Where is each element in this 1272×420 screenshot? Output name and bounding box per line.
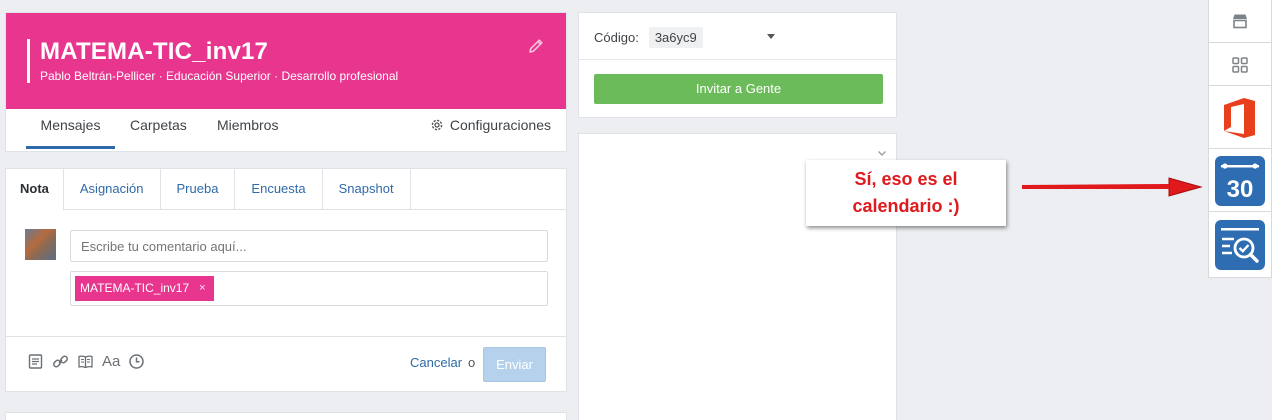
tab-mensajes[interactable]: Mensajes xyxy=(26,109,115,149)
rail-item-apps[interactable] xyxy=(1209,44,1271,86)
code-label: Código: xyxy=(594,30,639,45)
tab-encuesta[interactable]: Encuesta xyxy=(235,169,323,209)
settings-label: Configuraciones xyxy=(449,117,551,133)
annotation-callout: Sí, eso es el calendario :) xyxy=(806,160,1006,226)
pencil-icon[interactable] xyxy=(527,37,545,55)
library-book-icon[interactable] xyxy=(77,353,94,370)
tab-snapshot[interactable]: Snapshot xyxy=(323,169,411,209)
post-composer: Nota Asignación Prueba Encuesta Snapshot… xyxy=(5,168,567,392)
settings-link[interactable]: Configuraciones xyxy=(430,109,551,141)
store-icon xyxy=(1233,14,1247,29)
recipient-chip-label: MATEMA-TIC_inv17 xyxy=(80,281,190,295)
apps-grid-icon xyxy=(1232,56,1248,73)
or-separator: o xyxy=(468,355,476,370)
calendar-number: 30 xyxy=(1227,176,1254,203)
calendar-icon: 30 xyxy=(1215,155,1265,206)
recipient-chip: MATEMA-TIC_inv17 × xyxy=(75,276,214,301)
callout-line-1: Sí, eso es el xyxy=(854,169,958,189)
avatar xyxy=(25,229,56,260)
rail-item-quiz-search[interactable] xyxy=(1209,213,1271,277)
group-banner: MATEMA-TIC_inv17 Pablo Beltrán-Pellicer … xyxy=(6,13,566,109)
link-icon[interactable] xyxy=(52,353,69,370)
chevron-down-icon[interactable] xyxy=(877,148,887,158)
composer-tabs: Nota Asignación Prueba Encuesta Snapshot xyxy=(6,169,566,210)
group-code-card: Código: 3a6yc9 Invitar a Gente xyxy=(578,12,897,118)
toolbar-divider xyxy=(6,336,566,337)
group-code-row: Código: 3a6yc9 xyxy=(594,27,703,48)
group-title: MATEMA-TIC_inv17 xyxy=(40,38,269,65)
invite-people-button[interactable]: Invitar a Gente xyxy=(594,74,883,104)
gear-icon xyxy=(431,119,443,131)
font-format-icon[interactable]: Aa xyxy=(102,353,120,370)
cancel-link[interactable]: Cancelar xyxy=(410,355,462,370)
next-post-card xyxy=(5,412,567,420)
tab-miembros[interactable]: Miembros xyxy=(217,109,278,149)
code-divider xyxy=(579,59,896,60)
callout-line-2: calendario :) xyxy=(852,196,960,216)
composer-toolbar: Aa xyxy=(27,353,145,370)
document-icon[interactable] xyxy=(27,353,44,370)
clock-icon[interactable] xyxy=(128,353,145,370)
rail-item-store[interactable] xyxy=(1209,0,1271,43)
code-dropdown-caret-icon[interactable] xyxy=(767,34,775,39)
send-button[interactable]: Enviar xyxy=(483,347,546,382)
office-icon xyxy=(1224,97,1255,138)
comment-input[interactable] xyxy=(70,230,548,262)
recipients-field[interactable]: MATEMA-TIC_inv17 × xyxy=(70,271,548,306)
group-subtitle: Pablo Beltrán-Pellicer · Educación Super… xyxy=(40,69,399,83)
rail-item-calendar[interactable]: 30 xyxy=(1209,150,1271,212)
app-rail: 30 xyxy=(1208,0,1272,278)
group-code-value: 3a6yc9 xyxy=(648,27,703,48)
banner-accent-bar xyxy=(27,39,30,83)
group-header-card: MATEMA-TIC_inv17 Pablo Beltrán-Pellicer … xyxy=(5,12,567,152)
rail-item-office[interactable] xyxy=(1209,87,1271,149)
tab-prueba[interactable]: Prueba xyxy=(161,169,236,209)
annotation-arrow-icon xyxy=(1021,177,1203,197)
group-tabs: Mensajes Carpetas Miembros Configuracion… xyxy=(6,109,566,152)
chip-remove-icon[interactable]: × xyxy=(199,276,205,301)
quiz-search-icon xyxy=(1215,220,1265,270)
tab-asignacion[interactable]: Asignación xyxy=(64,169,161,209)
tab-nota[interactable]: Nota xyxy=(6,169,64,210)
tab-carpetas[interactable]: Carpetas xyxy=(130,109,187,149)
